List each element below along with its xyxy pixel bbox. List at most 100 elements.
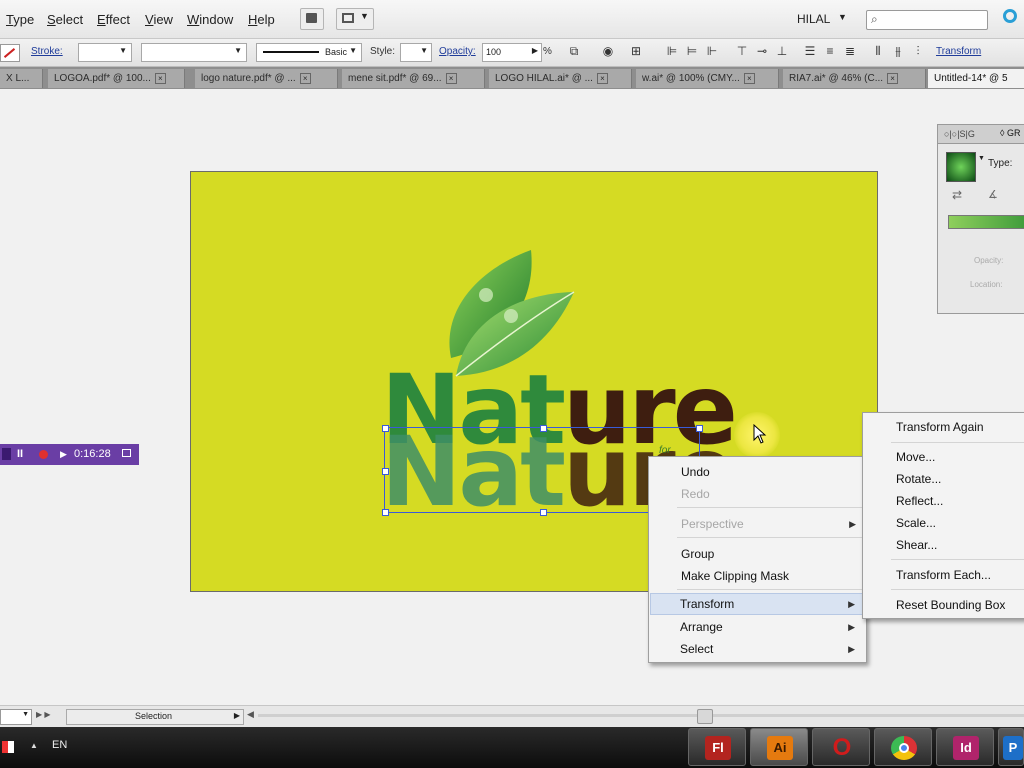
stroke-label[interactable]: Stroke: <box>31 46 63 57</box>
distribute-center-icon[interactable]: ⫵ <box>890 44 906 59</box>
recording-timer: 0:16:28 <box>74 448 111 460</box>
menu-help[interactable]: Help <box>248 12 275 27</box>
align-middle-icon[interactable]: ⊸ <box>754 44 770 59</box>
horizontal-scrollbar[interactable] <box>258 714 1024 717</box>
system-tray-flag-icon[interactable] <box>2 741 14 753</box>
tray-arrow-icon[interactable]: ▲ <box>30 741 38 750</box>
search-icon: ⌕ <box>871 12 878 26</box>
taskbar-app-illustrator[interactable]: Ai <box>750 728 808 766</box>
language-indicator[interactable]: EN <box>52 739 67 751</box>
document-tab[interactable]: mene sit.pdf* @ 69... × <box>342 69 485 88</box>
tab-title: Untitled-14* @ 5 <box>934 73 1008 84</box>
tab-title: X L... <box>6 73 30 84</box>
align-bottom-icon[interactable]: ⊥ <box>774 44 790 59</box>
arrange-documents-button[interactable]: ▼ <box>336 8 374 30</box>
document-tab[interactable]: X L... <box>0 69 43 88</box>
align-left-icon[interactable]: ⊫ <box>664 44 680 59</box>
bounding-box-handle[interactable] <box>382 468 389 475</box>
menu-effect[interactable]: Effect <box>97 12 130 27</box>
document-tab[interactable]: w.ai* @ 100% (CMY... × <box>636 69 779 88</box>
recolor-artwork-icon[interactable]: ⧉ <box>566 44 582 59</box>
brush-definition-select[interactable]: Basic ▼ <box>256 43 362 62</box>
pause-button[interactable]: II <box>17 444 23 465</box>
bounding-box-handle[interactable] <box>382 509 389 516</box>
chevron-down-icon: ▼ <box>360 11 369 21</box>
distribute-right-icon[interactable]: ⫶ <box>910 44 926 59</box>
taskbar-app-flash[interactable]: Fl <box>688 728 746 766</box>
gradient-tab[interactable]: ◊ GR <box>1000 128 1020 138</box>
taskbar-app-photoshop[interactable]: P <box>998 728 1024 766</box>
bounding-box-handle[interactable] <box>540 425 547 432</box>
illustrator-icon: Ai <box>767 736 793 760</box>
chevron-down-icon[interactable]: ▼ <box>978 155 985 162</box>
panel-collapsed-tabs[interactable]: ○|○|S|G <box>944 129 975 139</box>
close-icon[interactable]: × <box>887 72 899 84</box>
window-icon[interactable] <box>122 449 131 457</box>
taskbar-app-opera[interactable]: O <box>812 728 870 766</box>
menu-item-rotate[interactable]: Rotate... <box>896 472 941 486</box>
scrollbar-thumb[interactable] <box>697 709 713 724</box>
tab-title: w.ai* @ 100% (CMY... <box>642 73 740 84</box>
align-to-selection-icon[interactable]: ⊞ <box>628 44 644 59</box>
menu-item-select[interactable]: Select <box>680 642 713 656</box>
submenu-arrow-icon: ▶ <box>848 644 855 654</box>
align-center-icon[interactable]: ⊨ <box>684 44 700 59</box>
transform-link[interactable]: Transform <box>936 46 981 57</box>
workspace-chevron-icon: ▼ <box>838 12 847 22</box>
bounding-box-handle[interactable] <box>696 425 703 432</box>
menu-item-transform-again[interactable]: Transform Again <box>896 420 984 434</box>
document-tab-active[interactable]: Untitled-14* @ 5 <box>928 69 1024 88</box>
menu-window[interactable]: Window <box>187 12 233 27</box>
bridge-button[interactable] <box>300 8 324 30</box>
close-icon[interactable]: × <box>445 72 457 84</box>
align-top-icon[interactable]: ⊤ <box>734 44 750 59</box>
status-tool-display[interactable]: Selection ▶ <box>66 709 244 725</box>
distribute-middle-icon[interactable]: ≡ <box>822 44 838 59</box>
document-tab[interactable]: logo nature.pdf* @ ... × <box>195 69 338 88</box>
variable-width-profile[interactable]: ▼ <box>141 43 247 62</box>
search-input[interactable]: ⌕ <box>866 10 988 30</box>
menu-item-reset-bounding-box[interactable]: Reset Bounding Box <box>896 598 1005 612</box>
document-tab[interactable]: RIA7.ai* @ 46% (C... × <box>783 69 926 88</box>
bounding-box-handle[interactable] <box>382 425 389 432</box>
menu-select[interactable]: Select <box>47 12 83 27</box>
menu-item-transform-each[interactable]: Transform Each... <box>896 568 991 582</box>
stroke-weight-field[interactable]: ▼ <box>78 43 132 62</box>
gradient-swatch[interactable] <box>946 152 976 182</box>
opacity-label[interactable]: Opacity: <box>439 46 476 57</box>
cs-live-icon[interactable] <box>1003 9 1017 23</box>
recolor-wheel-icon[interactable]: ◉ <box>600 44 616 59</box>
graphic-style-select[interactable]: ▼ <box>400 43 432 62</box>
menu-view[interactable]: View <box>145 12 173 27</box>
menu-item-scale[interactable]: Scale... <box>896 516 936 530</box>
document-tab[interactable]: LOGOA.pdf* @ 100... × <box>48 69 185 88</box>
close-icon[interactable]: × <box>299 72 311 84</box>
menu-item-arrange[interactable]: Arrange <box>680 620 723 634</box>
stroke-color-swatch[interactable] <box>0 44 20 62</box>
distribute-top-icon[interactable]: ☰ <box>802 44 818 59</box>
artboard-navigation[interactable]: ▼ <box>0 709 32 725</box>
distribute-bottom-icon[interactable]: ≣ <box>842 44 858 59</box>
document-tab[interactable]: LOGO HILAL.ai* @ ... × <box>489 69 632 88</box>
close-icon[interactable]: × <box>596 72 608 84</box>
menu-type[interactable]: Type <box>6 12 34 27</box>
bounding-box-handle[interactable] <box>540 509 547 516</box>
reverse-gradient-icon[interactable]: ⇄ <box>952 188 962 202</box>
record-icon[interactable] <box>39 450 48 459</box>
menu-item-reflect[interactable]: Reflect... <box>896 494 943 508</box>
close-icon[interactable]: × <box>154 72 166 84</box>
taskbar-app-indesign[interactable]: Id <box>936 728 994 766</box>
next-artboard-icon[interactable]: ▶ ▶ <box>36 710 51 719</box>
close-icon[interactable]: × <box>743 72 755 84</box>
align-right-icon[interactable]: ⊩ <box>704 44 720 59</box>
opacity-field[interactable]: 100 ▶ <box>482 43 542 62</box>
menu-item-shear[interactable]: Shear... <box>896 538 937 552</box>
distribute-left-icon[interactable]: ⫴ <box>870 44 886 59</box>
menu-item-move[interactable]: Move... <box>896 450 935 464</box>
workspace-switcher[interactable]: HILAL <box>797 12 830 26</box>
gradient-slider[interactable] <box>948 215 1024 229</box>
taskbar-app-chrome[interactable] <box>874 728 932 766</box>
play-icon[interactable]: ▶ <box>60 444 67 465</box>
menu-item-transform[interactable]: Transform <box>680 597 734 611</box>
scroll-left-icon[interactable]: ◀ <box>247 709 254 720</box>
